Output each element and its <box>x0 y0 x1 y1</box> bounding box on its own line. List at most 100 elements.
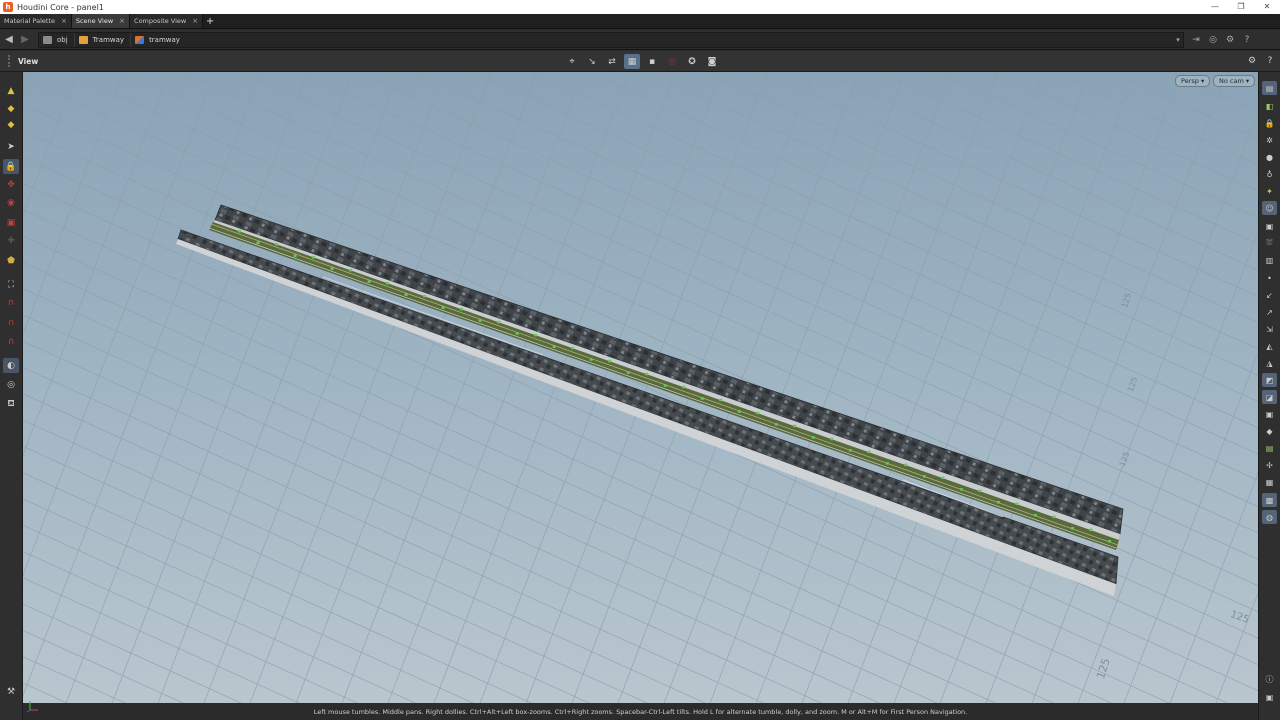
tab-composite-view[interactable]: Composite View × <box>130 14 204 28</box>
view-options-icon[interactable]: ⚙ <box>1246 54 1258 68</box>
tree-marker <box>682 385 686 389</box>
headlight-icon[interactable]: ✦ <box>1262 184 1277 198</box>
tree-marker <box>571 346 575 350</box>
paint-tool-icon[interactable]: ⛾ <box>3 397 19 412</box>
minimize-button[interactable]: — <box>1202 0 1228 14</box>
breadcrumb: obj Tramway tramway ▾ <box>38 31 1184 48</box>
lock-camera-icon[interactable]: 🔒 <box>1262 116 1277 130</box>
tree-marker <box>293 254 297 257</box>
crumb-obj[interactable]: obj <box>39 32 75 47</box>
display-points-icon[interactable]: ✲ <box>1262 133 1277 147</box>
scale-tool-icon[interactable]: ▣ <box>3 215 19 230</box>
construction-plane-icon[interactable]: ▦ <box>624 54 640 69</box>
path-dropdown-icon[interactable]: ▾ <box>1173 36 1183 44</box>
texture-icon[interactable]: ▥ <box>1262 253 1277 267</box>
network-icon[interactable]: ⚙ <box>1224 34 1236 46</box>
close-button[interactable]: ✕ <box>1254 0 1280 14</box>
hidden-line-icon[interactable]: ◆ <box>1262 424 1277 438</box>
record-icon[interactable]: ◎ <box>664 54 680 69</box>
flat-shaded-icon[interactable]: ▣ <box>1262 407 1277 421</box>
help-icon[interactable]: ? <box>1241 34 1253 46</box>
close-tab-icon[interactable]: × <box>61 17 67 25</box>
snap-grid-icon[interactable]: ⌖ <box>564 54 580 69</box>
select-edges-icon[interactable]: ◆ <box>3 117 19 132</box>
close-tab-icon[interactable]: × <box>192 17 198 25</box>
wireframe-icon[interactable]: ◩ <box>1262 373 1277 387</box>
crumb-tramway-geo[interactable]: tramway <box>131 33 186 47</box>
tree-marker <box>719 398 723 402</box>
select-points-icon[interactable]: ◆ <box>3 101 19 116</box>
snapshot-icon[interactable]: ▣ <box>1262 690 1277 704</box>
edges-icon[interactable]: ↗ <box>1262 305 1277 319</box>
ghost-icon[interactable]: ◧ <box>1262 99 1277 113</box>
image-view-icon[interactable]: ▩ <box>1262 493 1277 507</box>
tab-scene-view[interactable]: Scene View × <box>71 14 131 28</box>
tree-marker <box>256 241 260 244</box>
camera-menu[interactable]: No cam ▾ <box>1213 75 1256 87</box>
select-objects-icon[interactable]: ▲ <box>3 83 19 98</box>
grid-toggle-icon[interactable]: ▦ <box>1262 475 1277 489</box>
tree-marker <box>978 489 982 493</box>
add-tab-icon[interactable]: + <box>203 14 217 28</box>
crumb-tramway-subnet[interactable]: Tramway <box>75 32 132 47</box>
peak-icon[interactable]: ∩ <box>3 334 19 349</box>
vertex-icon[interactable]: ◮ <box>1262 356 1277 370</box>
point-numbers-icon[interactable]: ⇲ <box>1262 322 1277 336</box>
move-tool-icon[interactable]: ✥ <box>3 177 19 192</box>
tree-marker <box>534 333 538 337</box>
close-tab-icon[interactable]: × <box>119 17 125 25</box>
stamp-icon[interactable]: ◍ <box>1262 510 1277 524</box>
render-region-icon[interactable]: ✪ <box>684 54 700 69</box>
display-options-icon[interactable]: ▤ <box>1262 81 1277 95</box>
forward-arrow-icon[interactable]: ▶ <box>18 33 32 47</box>
render-tool-icon[interactable]: ◎ <box>3 377 19 392</box>
drag-grip-icon[interactable] <box>8 55 14 67</box>
tree-marker <box>1033 514 1037 517</box>
view-tool-icon[interactable]: ◐ <box>3 358 19 373</box>
tree-marker <box>663 384 667 387</box>
tree-marker <box>552 345 556 348</box>
render-view-icon[interactable]: ▣ <box>1262 219 1277 233</box>
tramway-geometry <box>176 204 1124 596</box>
select-arrow-icon[interactable]: ➤ <box>3 139 19 154</box>
ref-plane-icon[interactable]: ▪ <box>644 54 660 69</box>
background-icon[interactable]: ⛆ <box>1262 236 1277 250</box>
shading-sphere-icon[interactable]: ● <box>1262 150 1277 164</box>
magnet-icon[interactable]: ∩ <box>3 295 19 310</box>
scene-viewport[interactable]: Persp ▾ No cam ▾ 125 125 -125 125 125 <box>23 72 1258 703</box>
rotate-tool-icon[interactable]: ◉ <box>3 195 19 210</box>
link-icon[interactable]: ◎ <box>1207 34 1219 46</box>
user-camera-icon[interactable]: ☺ <box>1262 201 1277 215</box>
maximize-button[interactable]: ❐ <box>1228 0 1254 14</box>
tree-marker <box>460 307 464 311</box>
tree-marker <box>867 450 871 454</box>
back-arrow-icon[interactable]: ◀ <box>2 33 16 47</box>
window-controls: — ❐ ✕ <box>1202 0 1280 14</box>
tree-marker <box>349 268 353 272</box>
uv-view-icon[interactable]: ▤ <box>1262 441 1277 455</box>
perspective-menu[interactable]: Persp ▾ <box>1175 75 1211 87</box>
settings-tool-icon[interactable]: ⚒ <box>3 684 19 699</box>
handle-tool-icon[interactable]: ⛶ <box>3 277 19 292</box>
left-tool-shelf: ▲ ◆ ◆ ➤ 🔒 ✥ ◉ ▣ ✚ ⬟ ⛶ ∩ ∩ ∩ ◐ ◎ ⛾ ⚒ <box>0 72 23 720</box>
tab-material-palette[interactable]: Material Palette × <box>0 14 72 28</box>
prim-numbers-icon[interactable]: ◭ <box>1262 339 1277 353</box>
normals-icon[interactable]: ↙ <box>1262 288 1277 302</box>
dot-icon[interactable]: • <box>1262 271 1277 285</box>
light-icon[interactable]: ♁ <box>1262 167 1277 181</box>
pivot-icon[interactable]: ✢ <box>1262 458 1277 472</box>
smooth-shaded-icon[interactable]: ◪ <box>1262 390 1277 404</box>
pose-tool-icon[interactable]: ⬟ <box>3 253 19 268</box>
camera-snapshot-icon[interactable]: ◙ <box>704 54 720 69</box>
snap-prim-icon[interactable]: ↘ <box>584 54 600 69</box>
tree-marker <box>312 255 316 259</box>
info-icon[interactable]: ⓘ <box>1262 672 1277 686</box>
snap-multi-icon[interactable]: ⇄ <box>604 54 620 69</box>
transform-tool-icon[interactable]: ✚ <box>3 233 19 248</box>
pin-icon[interactable]: ⇥ <box>1190 34 1202 46</box>
crumb-label: obj <box>57 35 68 44</box>
magnet-alt-icon[interactable]: ∩ <box>3 315 19 330</box>
view-help-icon[interactable]: ? <box>1264 54 1276 68</box>
lock-icon[interactable]: 🔒 <box>3 159 19 174</box>
subnet-icon <box>78 35 88 44</box>
